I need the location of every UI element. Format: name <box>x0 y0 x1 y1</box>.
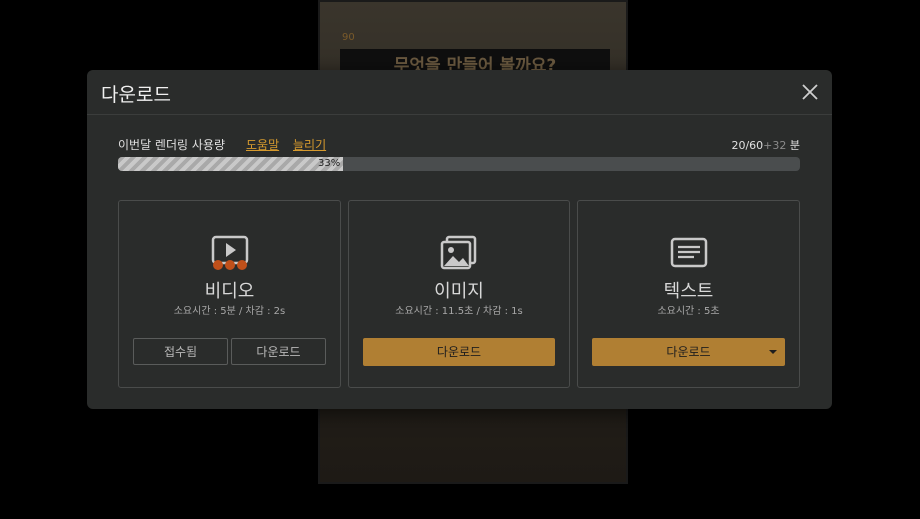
video-play-icon <box>210 235 250 271</box>
download-dialog: 다운로드 이번달 렌더링 사용량 도움말 늘리기 20/60+32 분 33% … <box>87 70 832 409</box>
usage-amount: 20/60+32 분 <box>731 137 800 153</box>
help-link[interactable]: 도움말 <box>246 136 279 153</box>
text-download-button[interactable]: 다운로드 <box>592 338 785 366</box>
image-download-button[interactable]: 다운로드 <box>363 338 555 366</box>
usage-row: 이번달 렌더링 사용량 도움말 늘리기 20/60+32 분 <box>118 136 800 154</box>
text-download-label: 다운로드 <box>666 345 711 359</box>
image-card-subtitle: 소요시간 : 11.5초 / 차감 : 1s <box>395 306 523 317</box>
usage-used: 20/60 <box>731 139 764 152</box>
text-card: 텍스트 소요시간 : 5초 다운로드 <box>577 200 800 388</box>
chevron-down-icon[interactable] <box>769 350 777 354</box>
video-card-subtitle: 소요시간 : 5분 / 차감 : 2s <box>173 306 286 317</box>
usage-progress-bar: 33% <box>118 157 800 171</box>
image-gallery-icon <box>439 235 479 271</box>
increase-link[interactable]: 늘리기 <box>293 136 326 153</box>
usage-progress-percent: 33% <box>318 158 341 169</box>
image-card: 이미지 소요시간 : 11.5초 / 차감 : 1s 다운로드 <box>348 200 570 388</box>
video-card-title: 비디오 <box>204 281 255 302</box>
received-button[interactable]: 접수됨 <box>133 338 228 365</box>
text-card-subtitle: 소요시간 : 5초 <box>657 306 720 317</box>
usage-unit: 분 <box>789 139 800 152</box>
text-card-title: 텍스트 <box>663 281 714 302</box>
video-download-button[interactable]: 다운로드 <box>231 338 326 365</box>
close-icon[interactable] <box>800 82 820 102</box>
image-card-title: 이미지 <box>434 281 484 302</box>
usage-progress-fill <box>118 157 344 171</box>
text-document-icon <box>669 235 709 271</box>
dialog-title: 다운로드 <box>101 84 171 106</box>
dialog-title-bar: 다운로드 <box>87 70 832 115</box>
usage-label: 이번달 렌더링 사용량 <box>118 138 225 152</box>
usage-extra: +32 <box>763 139 787 152</box>
video-card: 비디오 소요시간 : 5분 / 차감 : 2s 접수됨 다운로드 <box>118 200 341 388</box>
